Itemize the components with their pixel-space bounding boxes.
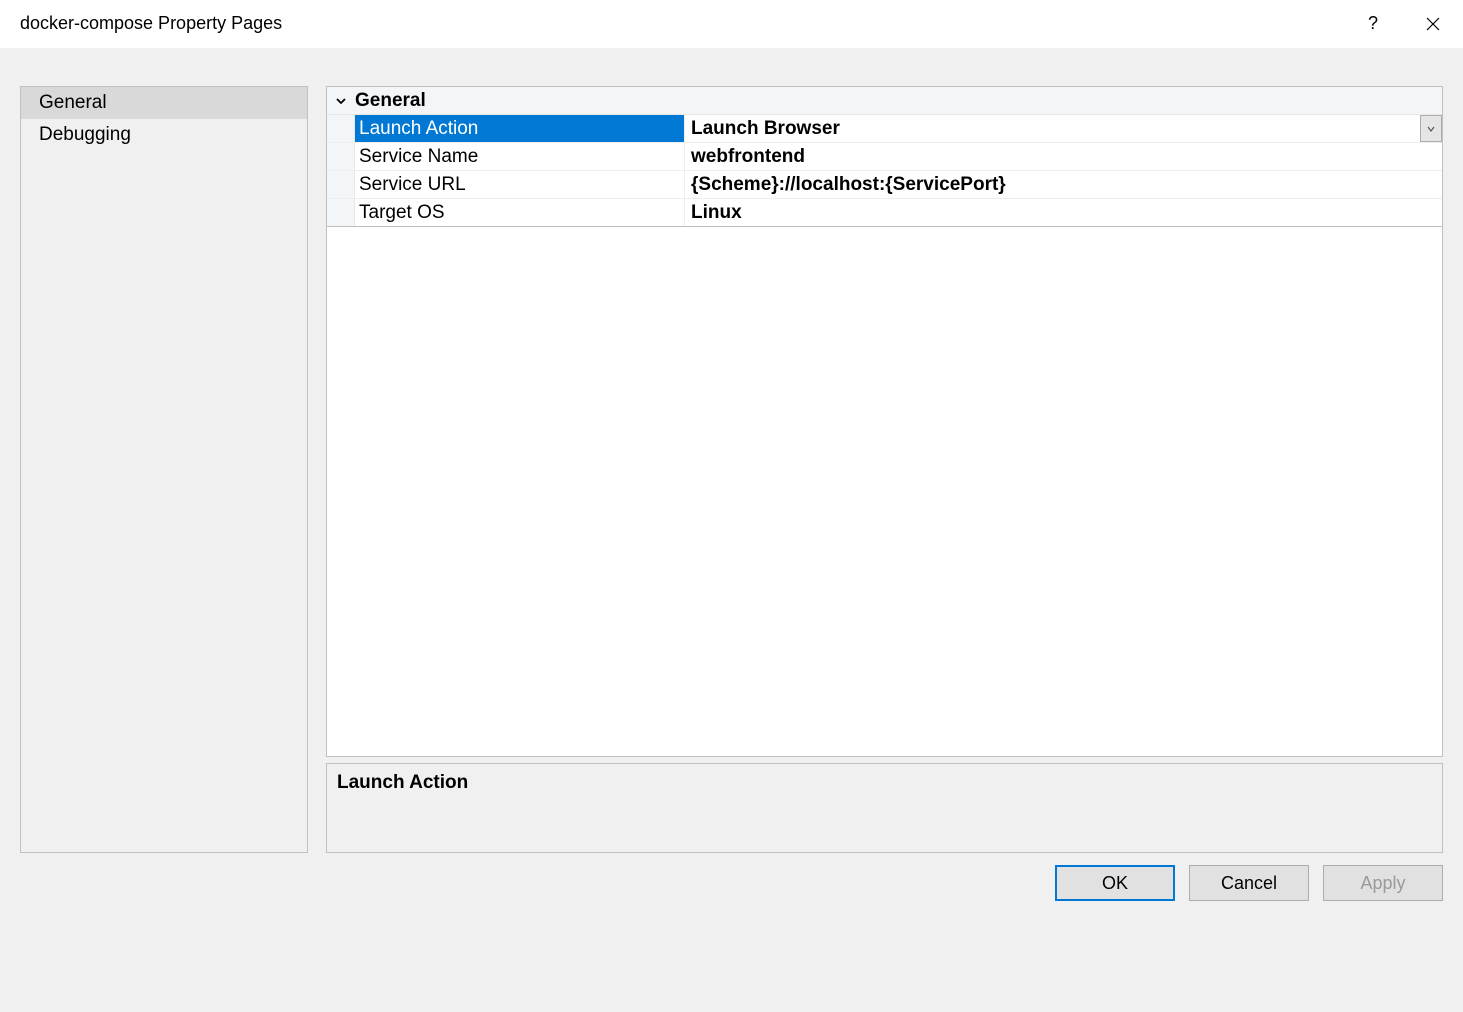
ok-button[interactable]: OK [1055,865,1175,901]
prop-label: Service Name [355,143,685,170]
button-bar: OK Cancel Apply [0,853,1463,1012]
titlebar-controls: ? [1343,0,1463,47]
prop-value-text: Launch Browser [691,118,840,140]
prop-value-text: {Scheme}://localhost:{ServicePort} [691,174,1006,196]
prop-value[interactable]: {Scheme}://localhost:{ServicePort} [685,171,1442,198]
prop-spacer [327,171,355,198]
prop-label: Launch Action [355,115,685,142]
nav-item-general[interactable]: General [21,87,307,119]
close-button[interactable] [1403,0,1463,47]
category-row[interactable]: General [327,87,1442,115]
prop-row-service-name[interactable]: Service Name webfrontend [327,143,1442,171]
description-panel: Launch Action [326,763,1443,853]
apply-button: Apply [1323,865,1443,901]
prop-value[interactable]: Linux [685,199,1442,226]
description-title: Launch Action [337,772,1432,794]
cancel-button[interactable]: Cancel [1189,865,1309,901]
nav-item-debugging[interactable]: Debugging [21,119,307,151]
content-area: General Debugging General Launch Action … [0,48,1463,853]
chevron-down-icon [1427,125,1435,133]
prop-row-service-url[interactable]: Service URL {Scheme}://localhost:{Servic… [327,171,1442,199]
prop-spacer [327,143,355,170]
titlebar: docker-compose Property Pages ? [0,0,1463,48]
window-title: docker-compose Property Pages [20,13,1343,34]
close-icon [1426,17,1440,31]
nav-panel: General Debugging [20,86,308,853]
category-label: General [355,90,426,112]
property-grid: General Launch Action Launch Browser Ser… [326,86,1443,757]
prop-value[interactable]: webfrontend [685,143,1442,170]
dropdown-button[interactable] [1420,115,1442,142]
prop-value[interactable]: Launch Browser [685,115,1442,142]
prop-spacer [327,115,355,142]
prop-value-text: webfrontend [691,146,805,168]
prop-row-launch-action[interactable]: Launch Action Launch Browser [327,115,1442,143]
prop-label: Target OS [355,199,685,226]
prop-label: Service URL [355,171,685,198]
prop-spacer [327,199,355,226]
expand-toggle[interactable] [327,95,355,107]
chevron-down-icon [335,95,347,107]
help-button[interactable]: ? [1343,0,1403,47]
right-panel: General Launch Action Launch Browser Ser… [326,86,1443,853]
prop-value-text: Linux [691,202,742,224]
prop-row-target-os[interactable]: Target OS Linux [327,199,1442,227]
